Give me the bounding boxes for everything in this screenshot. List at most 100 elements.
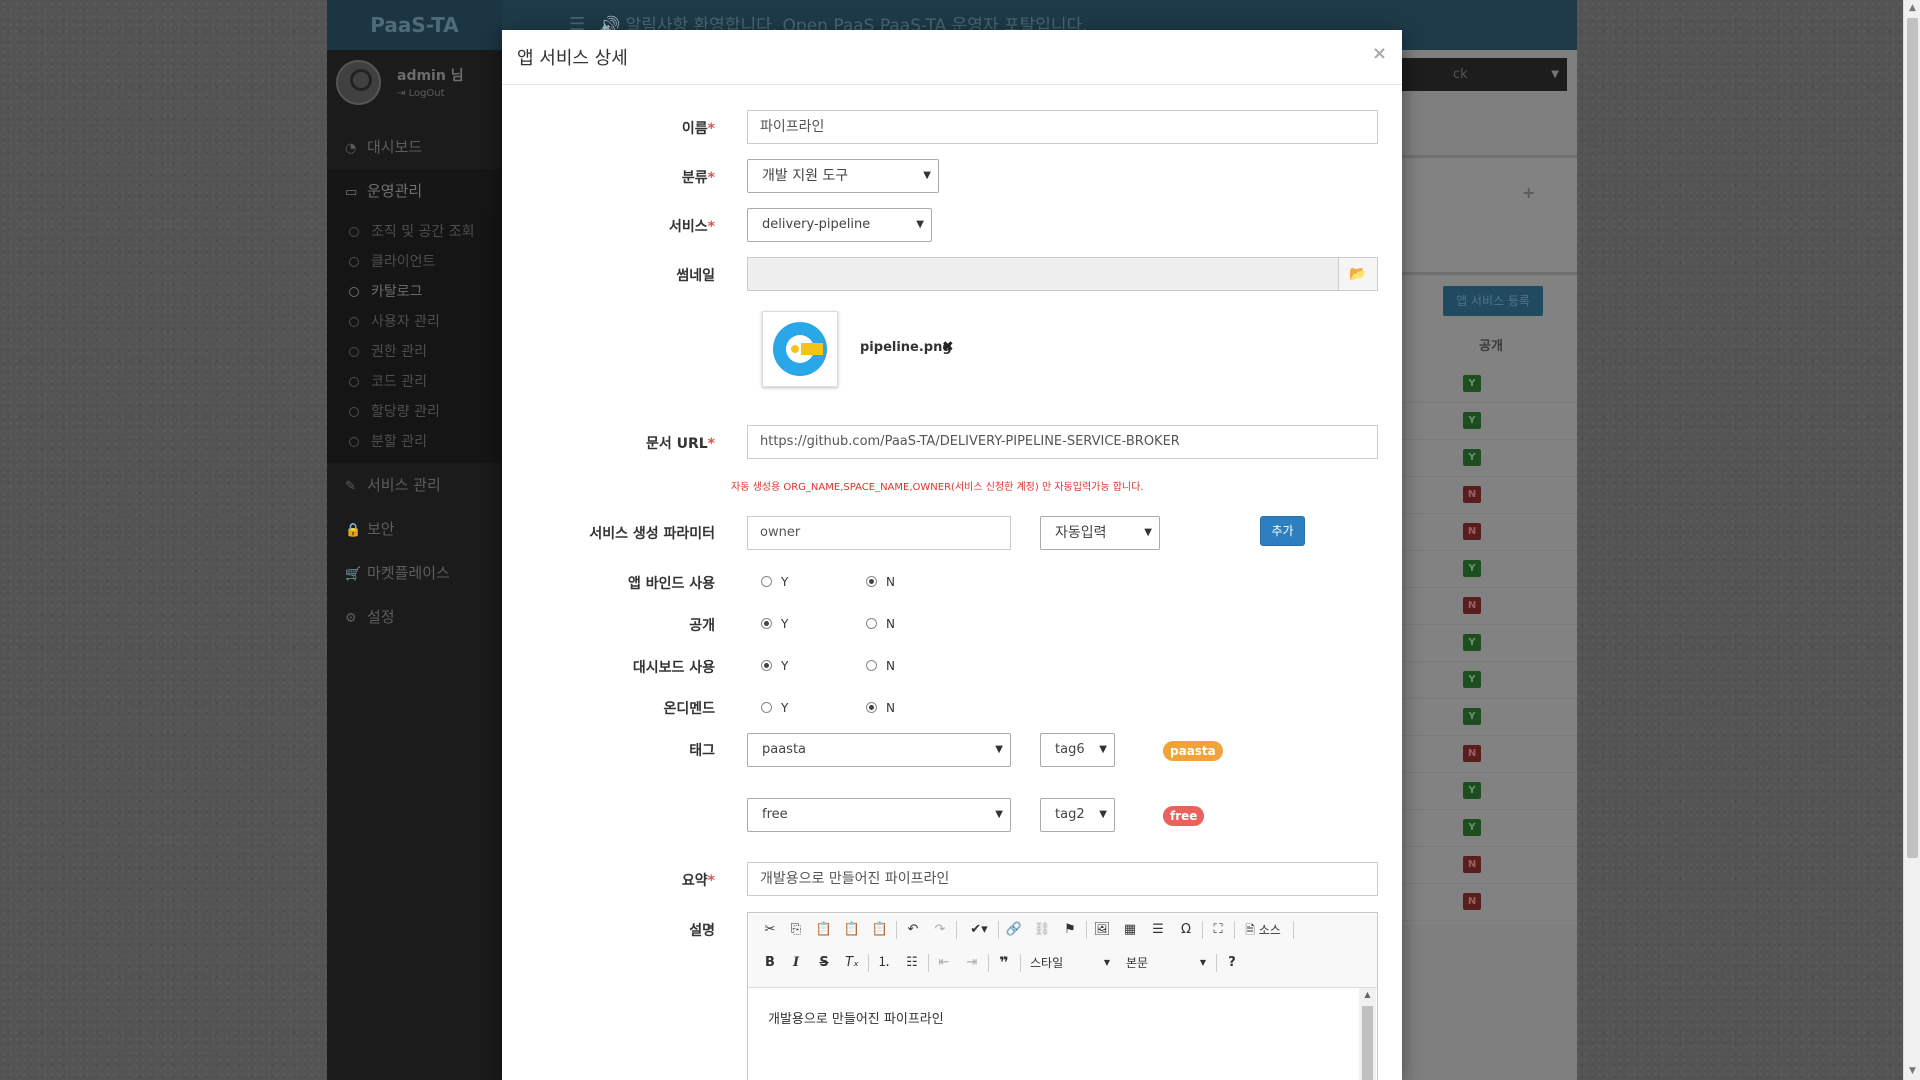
scroll-up-icon[interactable]: ▲ [1904, 0, 1920, 17]
editor-content-area[interactable]: 개발용으로 만들어진 파이프라인 ▲ [748, 987, 1377, 1080]
sidebar-subitem-org-space[interactable]: 조직 및 공간 조회 [327, 217, 502, 247]
style-combo[interactable]: 스타일 ▼ [1030, 952, 1110, 974]
italic-icon[interactable]: I [786, 953, 806, 973]
app-bind-radio-y[interactable]: Y [761, 575, 788, 589]
scrollbar-thumb[interactable] [1907, 18, 1918, 858]
toolbar-separator [956, 921, 957, 939]
sidebar-item-operations[interactable]: ▭ 운영관리 [327, 169, 502, 213]
service-select[interactable]: delivery-pipeline ▼ [747, 208, 932, 242]
format-combo[interactable]: 본문 ▼ [1126, 952, 1206, 974]
doc-url-label: 문서 URL* [645, 436, 715, 452]
public-flag-badge: Y [1463, 375, 1481, 392]
cart-icon: 🛒 [345, 567, 362, 582]
link-icon[interactable]: 🔗 [1004, 920, 1024, 940]
bold-icon[interactable]: B [760, 953, 780, 973]
dashboard-radio-y[interactable]: Y [761, 659, 788, 673]
thumbnail-preview [762, 311, 838, 387]
scroll-up-icon[interactable]: ▲ [1359, 990, 1376, 999]
outdent-icon[interactable]: ⇤ [934, 953, 954, 973]
scroll-down-icon[interactable]: ▼ [1904, 1063, 1920, 1080]
bulleted-list-icon[interactable]: ☷ [902, 953, 922, 973]
cut-icon[interactable]: ✂ [760, 920, 780, 940]
paste-text-icon[interactable]: 📋 [842, 920, 862, 940]
sidebar-subitem-permissions[interactable]: 권한 관리 [327, 337, 502, 367]
thumbnail-label: 썸네일 [676, 268, 715, 284]
horizontal-line-icon[interactable]: ☰ [1148, 920, 1168, 940]
plus-icon[interactable]: + [1522, 183, 1535, 202]
app-bind-radio-n[interactable]: N [866, 575, 895, 589]
on-demand-radio-y[interactable]: Y [761, 701, 788, 715]
document-icon: 🗎 [1245, 923, 1259, 937]
logout-link[interactable]: ⇥ LogOut [397, 88, 445, 99]
redo-icon[interactable]: ↷ [930, 920, 950, 940]
chevron-down-icon: ▼ [1551, 69, 1559, 80]
circle-icon [349, 347, 359, 357]
spellcheck-icon[interactable]: ✔▾ [966, 920, 992, 940]
maximize-icon[interactable]: ⛶ [1208, 920, 1228, 940]
help-icon[interactable]: ? [1222, 953, 1242, 973]
public-flag-badge: Y [1463, 782, 1481, 799]
sidebar-item-dashboard[interactable]: ◔ 대시보드 [327, 125, 502, 169]
tag-pill-2: free [1163, 806, 1205, 826]
category-select[interactable]: 개발 지원 도구 ▼ [747, 159, 939, 193]
gears-icon: ⚙ [345, 611, 357, 626]
special-char-icon[interactable]: Ω [1176, 920, 1196, 940]
blockquote-icon[interactable]: ❞ [994, 953, 1014, 973]
editor-content-text[interactable]: 개발용으로 만들어진 파이프라인 [768, 1008, 944, 1027]
paste-icon[interactable]: 📋 [814, 920, 834, 940]
close-icon[interactable]: × [1372, 43, 1387, 64]
radio-circle [866, 618, 877, 629]
org-select[interactable]: ck ▼ [1387, 58, 1567, 91]
scrollbar-thumb[interactable] [1362, 1006, 1373, 1080]
numbered-list-icon[interactable]: ⒈ [874, 953, 894, 973]
paste-word-icon[interactable]: 📋 [870, 920, 890, 940]
image-icon[interactable]: 🖼 [1092, 920, 1112, 940]
param-name-field[interactable]: owner [747, 516, 1011, 550]
remove-format-icon[interactable]: Tₓ [842, 953, 862, 973]
circle-icon [349, 287, 359, 297]
summary-label: 요약* [681, 873, 715, 889]
sidebar-subitem-users[interactable]: 사용자 관리 [327, 307, 502, 337]
sidebar-item-service-management[interactable]: ✎ 서비스 관리 [327, 463, 502, 507]
sidebar-subitem-quota[interactable]: 할당량 관리 [327, 397, 502, 427]
name-field[interactable]: 파이프라인 [747, 110, 1378, 144]
sidebar-subitem-client[interactable]: 클라이언트 [327, 247, 502, 277]
indent-icon[interactable]: ⇥ [962, 953, 982, 973]
summary-field[interactable]: 개발용으로 만들어진 파이프라인 [747, 862, 1378, 896]
dashboard-radio-n[interactable]: N [866, 659, 895, 673]
sidebar-subitem-codes[interactable]: 코드 관리 [327, 367, 502, 397]
sidebar-item-marketplace[interactable]: 🛒 마켓플레이스 [327, 551, 502, 595]
thumbnail-path-field[interactable] [747, 257, 1339, 291]
tag-color-select-1[interactable]: tag6 ▼ [1040, 733, 1115, 767]
folder-open-icon[interactable]: 📂 [1338, 257, 1378, 291]
public-flag-badge: N [1463, 745, 1481, 762]
sidebar-item-settings[interactable]: ⚙ 설정 [327, 595, 502, 639]
param-mode-select[interactable]: 자동입력 ▼ [1040, 516, 1160, 550]
chevron-down-icon: ▼ [1099, 744, 1107, 755]
register-app-service-button[interactable]: 앱 서비스 등록 [1443, 286, 1543, 316]
page-scrollbar[interactable]: ▲ ▼ [1903, 0, 1920, 1080]
copy-icon[interactable]: ⎘ [786, 920, 806, 940]
tag-select-1[interactable]: paasta ▼ [747, 733, 1011, 767]
doc-url-field[interactable]: https://github.com/PaaS-TA/DELIVERY-PIPE… [747, 425, 1378, 459]
anchor-flag-icon[interactable]: ⚑ [1060, 920, 1080, 940]
tag-select-2[interactable]: free ▼ [747, 798, 1011, 832]
public-radio-y[interactable]: Y [761, 617, 788, 631]
sidebar-item-security[interactable]: 🔒 보안 [327, 507, 502, 551]
strikethrough-icon[interactable]: S [814, 953, 834, 973]
table-icon[interactable]: ▦ [1120, 920, 1140, 940]
remove-thumbnail-icon[interactable]: ✖ [942, 339, 954, 355]
editor-scrollbar[interactable]: ▲ [1359, 988, 1376, 1080]
unlink-icon[interactable]: ⛓ [1032, 920, 1052, 940]
public-flag-badge: Y [1463, 671, 1481, 688]
tag-color-select-2[interactable]: tag2 ▼ [1040, 798, 1115, 832]
toolbar-separator [928, 954, 929, 972]
source-button[interactable]: 🗎 소스 [1240, 920, 1286, 940]
public-radio-n[interactable]: N [866, 617, 895, 631]
undo-icon[interactable]: ↶ [903, 920, 923, 940]
on-demand-radio-n[interactable]: N [866, 701, 895, 715]
sidebar-subitem-catalog[interactable]: 카탈로그 [327, 277, 502, 307]
service-label: 서비스* [669, 219, 715, 235]
add-param-button[interactable]: 추가 [1260, 516, 1305, 546]
sidebar-subitem-split[interactable]: 분할 관리 [327, 427, 502, 457]
